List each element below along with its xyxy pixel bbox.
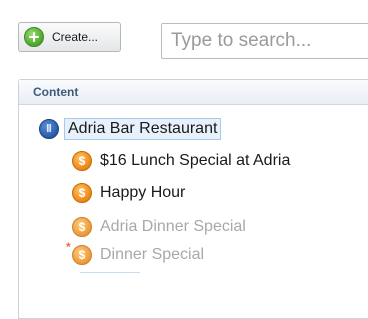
tree-item-label: Dinner Special — [100, 246, 205, 263]
tree-item-dinner-special[interactable]: $ * Dinner Special — [66, 241, 205, 265]
tree-item-label: Adria Dinner Special — [100, 218, 246, 235]
restaurant-icon: ‖ — [39, 119, 59, 139]
content-panel: Content ‖ Adria Bar Restaurant $ $16 Lun… — [18, 79, 368, 319]
tree-item-label: Happy Hour — [100, 184, 186, 201]
tree-item-happy-hour[interactable]: $ Happy Hour — [72, 183, 185, 203]
plus-icon — [24, 27, 44, 47]
tree-item-lunch-special[interactable]: $ $16 Lunch Special at Adria — [72, 151, 290, 171]
create-button[interactable]: Create... — [18, 22, 121, 52]
tree-item-adria-bar-restaurant[interactable]: ‖ Adria Bar Restaurant — [39, 118, 222, 140]
content-panel-header: Content — [19, 80, 368, 105]
dollar-icon: $ — [72, 183, 92, 203]
dollar-icon: $ — [72, 151, 92, 171]
dollar-icon: $ * — [66, 241, 92, 265]
tree-item-label: $16 Lunch Special at Adria — [100, 152, 291, 169]
content-panel-title: Content — [33, 85, 79, 99]
create-button-label: Create... — [52, 30, 99, 44]
divider — [80, 272, 140, 273]
search-input[interactable] — [161, 23, 368, 59]
dollar-icon: $ — [72, 217, 92, 237]
tree-item-adria-dinner-special[interactable]: $ Adria Dinner Special — [72, 217, 246, 237]
new-badge-icon: * — [66, 240, 71, 254]
tree-item-label: Adria Bar Restaurant — [64, 118, 222, 140]
